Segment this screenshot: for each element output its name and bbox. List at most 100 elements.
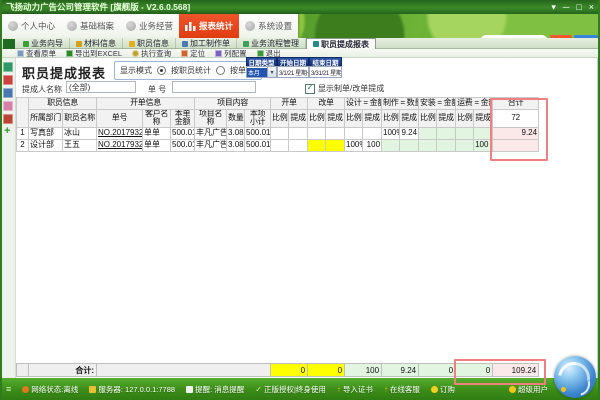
locate-button[interactable]: 定位 [181, 48, 205, 59]
person-input[interactable] [66, 81, 136, 93]
cell-install-ratio[interactable] [419, 127, 437, 139]
col-commission: 提成 [400, 110, 419, 128]
cell-order-amount[interactable]: 500.01 [171, 127, 195, 139]
cell-kaidan-comm[interactable] [289, 127, 308, 139]
import-cert-text: 导入证书 [343, 384, 373, 395]
order-no-input[interactable] [172, 81, 256, 93]
cell-production-ratio[interactable]: 100% [382, 127, 400, 139]
cell-production-comm[interactable]: 9.24 [400, 127, 419, 139]
tab-system-settings[interactable]: 系统设置 [239, 14, 298, 38]
subtab-commission-report[interactable]: 职员提成报表 [306, 38, 376, 49]
cell-kaidan-comm[interactable] [289, 139, 308, 151]
toolbar-label: 查看原单 [26, 48, 56, 59]
cell-customer[interactable]: 单单 [143, 139, 171, 151]
cell-install-comm[interactable] [437, 127, 456, 139]
group-change-order: 改单 [308, 98, 345, 110]
cell-production-comm[interactable] [400, 139, 419, 151]
cell-staff-name[interactable]: 王五 [63, 139, 97, 151]
radio-by-staff-label[interactable]: 按职员统计 [171, 65, 211, 76]
order-no-label: 单 号 [148, 84, 166, 95]
sidebar-icon-1[interactable] [3, 62, 13, 72]
license-text: 正版授权|终身使用 [264, 384, 326, 395]
cell-customer[interactable]: 单单 [143, 127, 171, 139]
cell-kaidan-ratio[interactable] [271, 127, 289, 139]
cell-gaidan-ratio[interactable] [308, 139, 326, 151]
display-mode-group: 显示模式 按职员统计 按单统计 [114, 61, 262, 80]
table-row[interactable]: 2 设计部 王五 NO.2017932218032 单单 500.01 丰凡广告… [17, 139, 539, 151]
cell-freight-ratio[interactable] [456, 139, 474, 151]
show-make-change-commission[interactable]: 显示制单/改单提成 [305, 83, 384, 94]
purchase-icon [431, 386, 438, 393]
view-original-button[interactable]: 查看原单 [17, 48, 56, 59]
cell-dept[interactable]: 设计部 [29, 139, 63, 151]
cell-gaidan-comm[interactable] [326, 139, 345, 151]
group-install: 安装 = 金额×0 [419, 98, 456, 110]
locate-icon [181, 50, 188, 57]
network-status-text: 网络状态:离线 [31, 384, 78, 395]
radio-by-staff[interactable] [157, 66, 166, 75]
cell-project[interactable]: 丰凡广告 [195, 139, 227, 151]
worksheet-icon [182, 41, 188, 47]
end-date-select[interactable]: 3/31/21 星期三 ▾ [309, 66, 342, 78]
cell-rownum[interactable]: 2 [17, 139, 29, 151]
radio-by-order[interactable] [216, 66, 225, 75]
online-support-button[interactable]: ↑ 在线客服 [384, 384, 420, 395]
cell-project[interactable]: 丰凡广告 [195, 127, 227, 139]
cell-kaidan-ratio[interactable] [271, 139, 289, 151]
cell-design-comm[interactable]: 100 [363, 139, 382, 151]
sidebar-icon-5[interactable] [3, 114, 13, 124]
tab-business[interactable]: 业务经营 [120, 14, 179, 38]
gear-icon [245, 21, 255, 31]
header-sub-row: 所属部门 职员名称 单号 客户名称 本单金额 项目名称 数量 本项小计 比例 提… [17, 110, 539, 128]
checkbox-checked-icon[interactable] [305, 84, 315, 94]
col-commission: 提成 [363, 110, 382, 128]
tab-report-statistics[interactable]: 报表统计 [179, 14, 239, 38]
message-reminder[interactable]: 提醒: 消息提醒 [186, 384, 244, 395]
cell-subtotal[interactable]: 500.01 [245, 127, 271, 139]
export-excel-button[interactable]: 导出到EXCEL [66, 48, 122, 59]
feiyang-globe-logo [554, 356, 596, 398]
start-date-select[interactable]: 3/1/21 星期一 ▾ [277, 66, 309, 78]
add-icon[interactable]: + [4, 126, 10, 136]
sidebar-icon-4[interactable] [3, 101, 13, 111]
minimize-icon[interactable]: ─ [563, 3, 569, 12]
cell-design-ratio[interactable]: 100% [345, 139, 363, 151]
summary-kaidan-total: 0 [271, 364, 308, 377]
col-customer: 客户名称 [143, 110, 171, 128]
sidebar-icon-2[interactable] [3, 75, 13, 85]
query-search-icon [132, 50, 139, 57]
cell-qty[interactable]: 3.08 [227, 139, 245, 151]
date-type-select[interactable]: 本月 ▾ [246, 66, 277, 78]
order-no-link[interactable]: NO.2017932218032 [97, 139, 143, 151]
order-purchase-button[interactable]: 订购 [431, 384, 455, 395]
tab-label: 基础档案 [80, 20, 114, 32]
skin-icon[interactable]: ▾ [551, 3, 556, 12]
cell-gaidan-comm[interactable] [326, 127, 345, 139]
cell-staff-name[interactable]: 冰山 [63, 127, 97, 139]
close-icon[interactable]: × [589, 3, 594, 12]
cell-order-amount[interactable]: 500.01 [171, 139, 195, 151]
cell-install-comm[interactable] [437, 139, 456, 151]
col-commission: 提成 [437, 110, 456, 128]
sidebar-icon-3[interactable] [3, 88, 13, 98]
menu-icon[interactable]: ≡ [6, 385, 11, 394]
column-config-button[interactable]: 列配置 [215, 48, 247, 59]
table-row[interactable]: 1 写真部 冰山 NO.2017932218032 单单 500.01 丰凡广告… [17, 127, 539, 139]
cell-freight-ratio[interactable] [456, 127, 474, 139]
import-cert-button[interactable]: ↑ 导入证书 [337, 384, 373, 395]
cell-dept[interactable]: 写真部 [29, 127, 63, 139]
run-query-button[interactable]: 执行查询 [132, 48, 171, 59]
cell-design-comm[interactable] [363, 127, 382, 139]
cell-rownum[interactable]: 1 [17, 127, 29, 139]
order-no-link[interactable]: NO.2017932218032 [97, 127, 143, 139]
cell-production-ratio[interactable] [382, 139, 400, 151]
current-user[interactable]: 超级用户 [509, 384, 548, 395]
cell-design-ratio[interactable] [345, 127, 363, 139]
cell-gaidan-ratio[interactable] [308, 127, 326, 139]
tab-base-archives[interactable]: 基础档案 [61, 14, 120, 38]
tab-personal-center[interactable]: 个人中心 [2, 14, 61, 38]
maximize-icon[interactable]: □ [576, 3, 581, 12]
cell-subtotal[interactable]: 500.01 [245, 139, 271, 151]
cell-install-ratio[interactable] [419, 139, 437, 151]
cell-qty[interactable]: 3.08 [227, 127, 245, 139]
